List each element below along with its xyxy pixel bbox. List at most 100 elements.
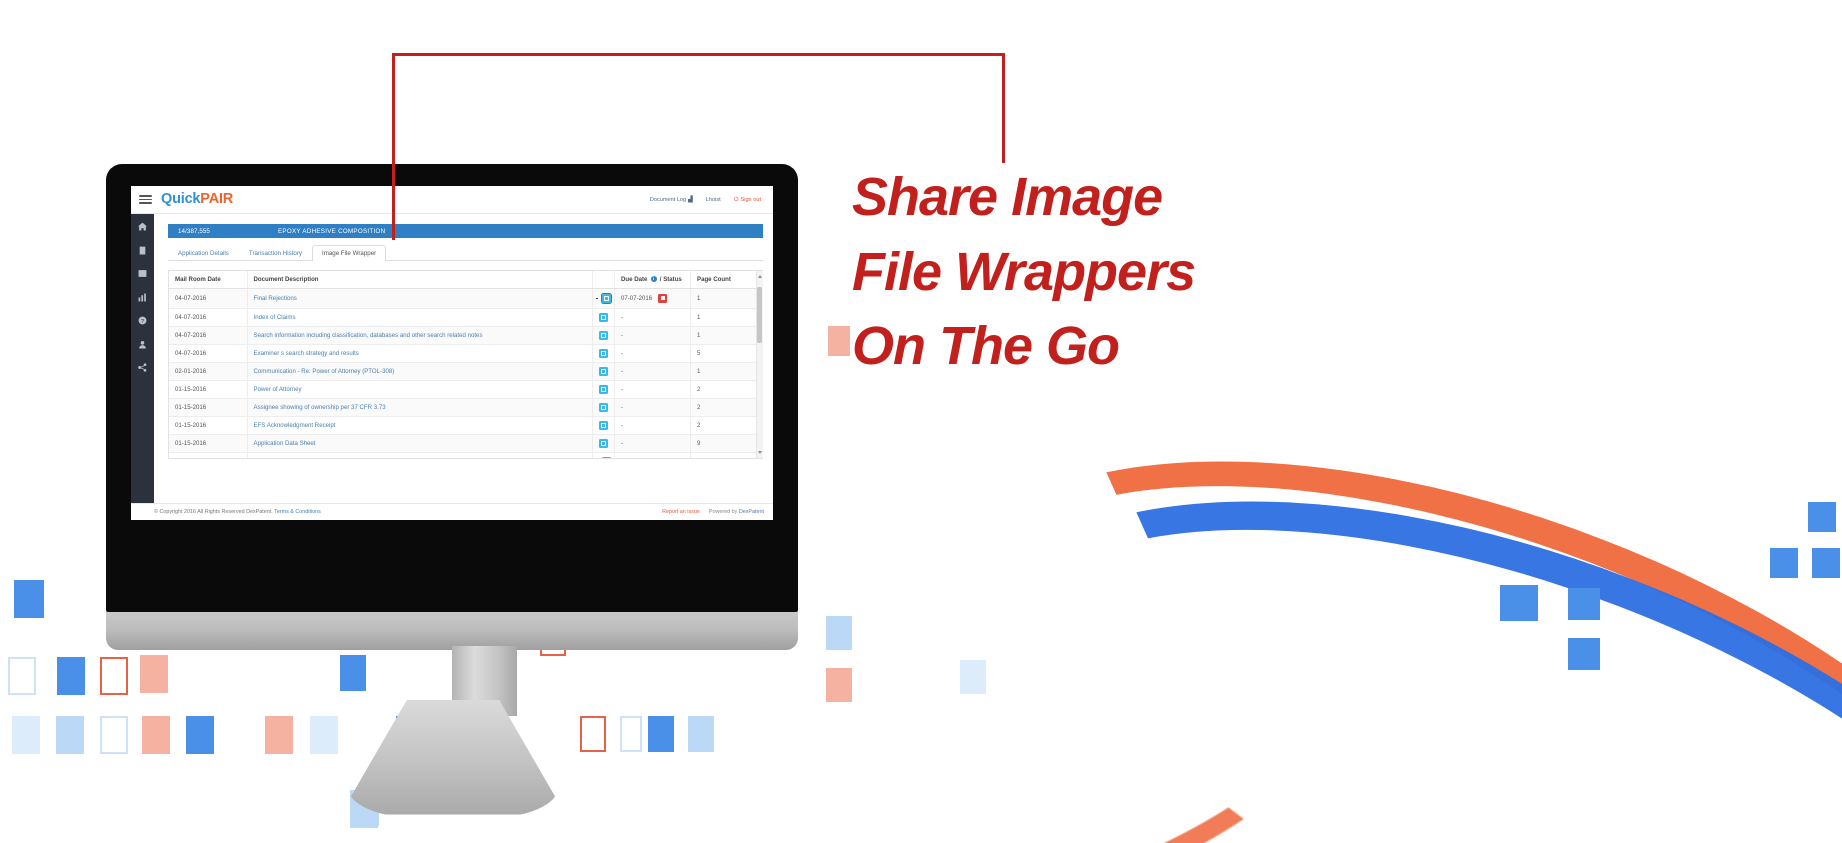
headline-line-1: Share Image xyxy=(852,167,1163,227)
column-due-date-status[interactable]: Due Date i / Status xyxy=(614,271,691,289)
decor-square xyxy=(826,668,852,702)
table-row[interactable]: 04-07-2016 Examiner s search strategy and… xyxy=(169,344,763,363)
report-an-issue-link[interactable]: Report an issue xyxy=(662,509,700,515)
cell-document-icon xyxy=(592,326,615,345)
table-row[interactable]: 02-01-2016 Communication - Re: Power of A… xyxy=(169,362,763,381)
document-view-icon[interactable] xyxy=(599,331,608,340)
document-view-icon[interactable] xyxy=(599,421,608,430)
sidebar-item-home[interactable] xyxy=(137,221,148,232)
cell-mail-room-date: 04-07-2016 xyxy=(169,288,248,309)
decor-square xyxy=(828,326,850,356)
document-description-link[interactable]: Power of Attorney xyxy=(254,386,302,393)
status-flag-icon[interactable] xyxy=(658,294,668,303)
tab-image-file-wrapper[interactable]: Image File Wrapper xyxy=(311,245,387,261)
quickpair-app-screen: QuickPAIR Document Log ▟ Lhoist ⏻ Sign o… xyxy=(131,186,773,520)
document-view-icon[interactable] xyxy=(601,457,611,458)
decor-square xyxy=(186,716,214,754)
tab-transaction-history[interactable]: Transaction History xyxy=(239,245,312,261)
table-row[interactable]: 01-15-2016 Power of Attorney - 2 xyxy=(169,380,763,399)
table-row[interactable]: 01-15-2016 Assignee showing of ownership … xyxy=(169,398,763,417)
cell-due-date-status: - xyxy=(614,326,691,345)
cell-due-date-status: - xyxy=(614,380,691,399)
cell-document-description: Power of Attorney xyxy=(247,380,593,399)
chart-icon: ▟ xyxy=(688,196,693,203)
document-view-icon[interactable] xyxy=(599,349,608,358)
table-row[interactable]: 04-07-2016 Final Rejections 07-07-2016 1 xyxy=(169,288,763,309)
column-document-icon xyxy=(592,271,615,289)
tab-bar: Application Details Transaction History … xyxy=(168,243,763,261)
decor-square xyxy=(340,655,366,691)
tab-application-details[interactable]: Application Details xyxy=(168,245,239,261)
app-sidebar: ? xyxy=(131,214,154,520)
info-icon[interactable]: i xyxy=(650,276,657,283)
sidebar-item-documents[interactable] xyxy=(137,245,148,256)
document-view-icon[interactable] xyxy=(599,403,608,412)
table-row[interactable]: 01-15-2016 EFS Acknowledgment Receipt - 2 xyxy=(169,416,763,435)
user-account-label: Lhoist xyxy=(705,196,721,203)
decor-square xyxy=(140,655,168,693)
decor-square xyxy=(265,716,293,754)
cell-page-count: 1 xyxy=(690,288,763,309)
table-row[interactable]: 04-07-2016 Search information including c… xyxy=(169,326,763,345)
document-description-link[interactable]: Search information including classificat… xyxy=(254,332,483,339)
cell-page-count: 2 xyxy=(690,416,763,435)
cell-document-description: Index of Claims xyxy=(247,308,593,327)
decor-square xyxy=(580,716,606,752)
document-description-link[interactable]: Communication - Re: Power of Attorney (P… xyxy=(254,368,395,375)
quickpair-logo[interactable]: QuickPAIR xyxy=(161,192,233,207)
sidebar-item-help[interactable]: ? xyxy=(137,315,148,326)
due-date-text: - xyxy=(621,350,624,357)
cell-mail-room-date: 04-07-2016 xyxy=(169,344,248,363)
document-view-icon[interactable] xyxy=(599,385,608,394)
sidebar-item-profile[interactable] xyxy=(137,339,148,350)
document-description-link[interactable]: QuickPAIR update: Claims 1-6, 8-15 are r… xyxy=(254,458,423,459)
headline-line-2: File Wrappers xyxy=(852,241,1196,302)
power-icon: ⏻ xyxy=(733,196,739,203)
cell-due-date-status: - xyxy=(614,308,691,327)
due-date-text: - xyxy=(621,368,624,375)
document-description-link[interactable]: Index of Claims xyxy=(254,314,296,321)
bullet-dot-icon xyxy=(596,297,598,300)
app-topbar: QuickPAIR Document Log ▟ Lhoist ⏻ Sign o… xyxy=(131,186,773,214)
document-view-icon[interactable] xyxy=(599,439,608,448)
hamburger-icon[interactable] xyxy=(139,195,152,204)
column-page-count[interactable]: Page Count xyxy=(690,271,763,289)
scrollbar-thumb[interactable] xyxy=(757,287,762,343)
due-date-text: - xyxy=(621,422,624,429)
cell-document-icon xyxy=(592,344,615,363)
sidebar-item-reports[interactable] xyxy=(137,292,148,303)
column-document-description[interactable]: Document Description xyxy=(247,271,593,289)
cell-due-date-status xyxy=(614,452,691,458)
sidebar-item-share[interactable] xyxy=(137,362,148,373)
document-view-icon[interactable] xyxy=(599,313,608,322)
callout-horizontal-line xyxy=(392,53,1005,56)
table-row[interactable]: 12-30-2015 QuickPAIR update: Claims 1-6, … xyxy=(169,452,763,459)
cell-document-description: Communication - Re: Power of Attorney (P… xyxy=(247,362,593,381)
sign-out-link[interactable]: ⏻ Sign out xyxy=(734,197,761,203)
document-description-link[interactable]: Application Data Sheet xyxy=(254,440,316,447)
scroll-up-icon[interactable] xyxy=(758,275,762,278)
application-header: 14/387,555 EPOXY ADHESIVE COMPOSITION xyxy=(168,224,763,238)
table-scrollbar[interactable] xyxy=(756,271,763,458)
user-account-link[interactable]: Lhoist xyxy=(706,197,721,203)
cell-due-date-status: - xyxy=(614,416,691,435)
decor-square xyxy=(620,716,642,752)
document-description-link[interactable]: Final Rejections xyxy=(254,295,297,302)
document-description-link[interactable]: Examiner s search strategy and results xyxy=(254,350,359,357)
cell-due-date-status: - xyxy=(614,434,691,453)
decor-square xyxy=(310,716,338,754)
document-log-link[interactable]: Document Log ▟ xyxy=(650,197,693,203)
document-view-icon[interactable] xyxy=(600,292,613,305)
document-view-icon[interactable] xyxy=(599,367,608,376)
table-row[interactable]: 01-15-2016 Application Data Sheet - 9 xyxy=(169,434,763,453)
table-row[interactable]: 04-07-2016 Index of Claims - 1 xyxy=(169,308,763,327)
scroll-down-icon[interactable] xyxy=(758,451,762,454)
application-number: 14/387,555 xyxy=(178,227,210,235)
sidebar-item-edit[interactable] xyxy=(137,268,148,279)
document-description-link[interactable]: Assignee showing of ownership per 37 CFR… xyxy=(254,404,386,411)
document-description-link[interactable]: EFS Acknowledgment Receipt xyxy=(254,422,336,429)
sign-out-label: Sign out xyxy=(740,196,761,203)
terms-and-conditions-link[interactable]: Terms & Conditions xyxy=(274,509,321,515)
cell-page-count: 5 xyxy=(690,344,763,363)
column-mail-room-date[interactable]: Mail Room Date xyxy=(169,271,248,289)
